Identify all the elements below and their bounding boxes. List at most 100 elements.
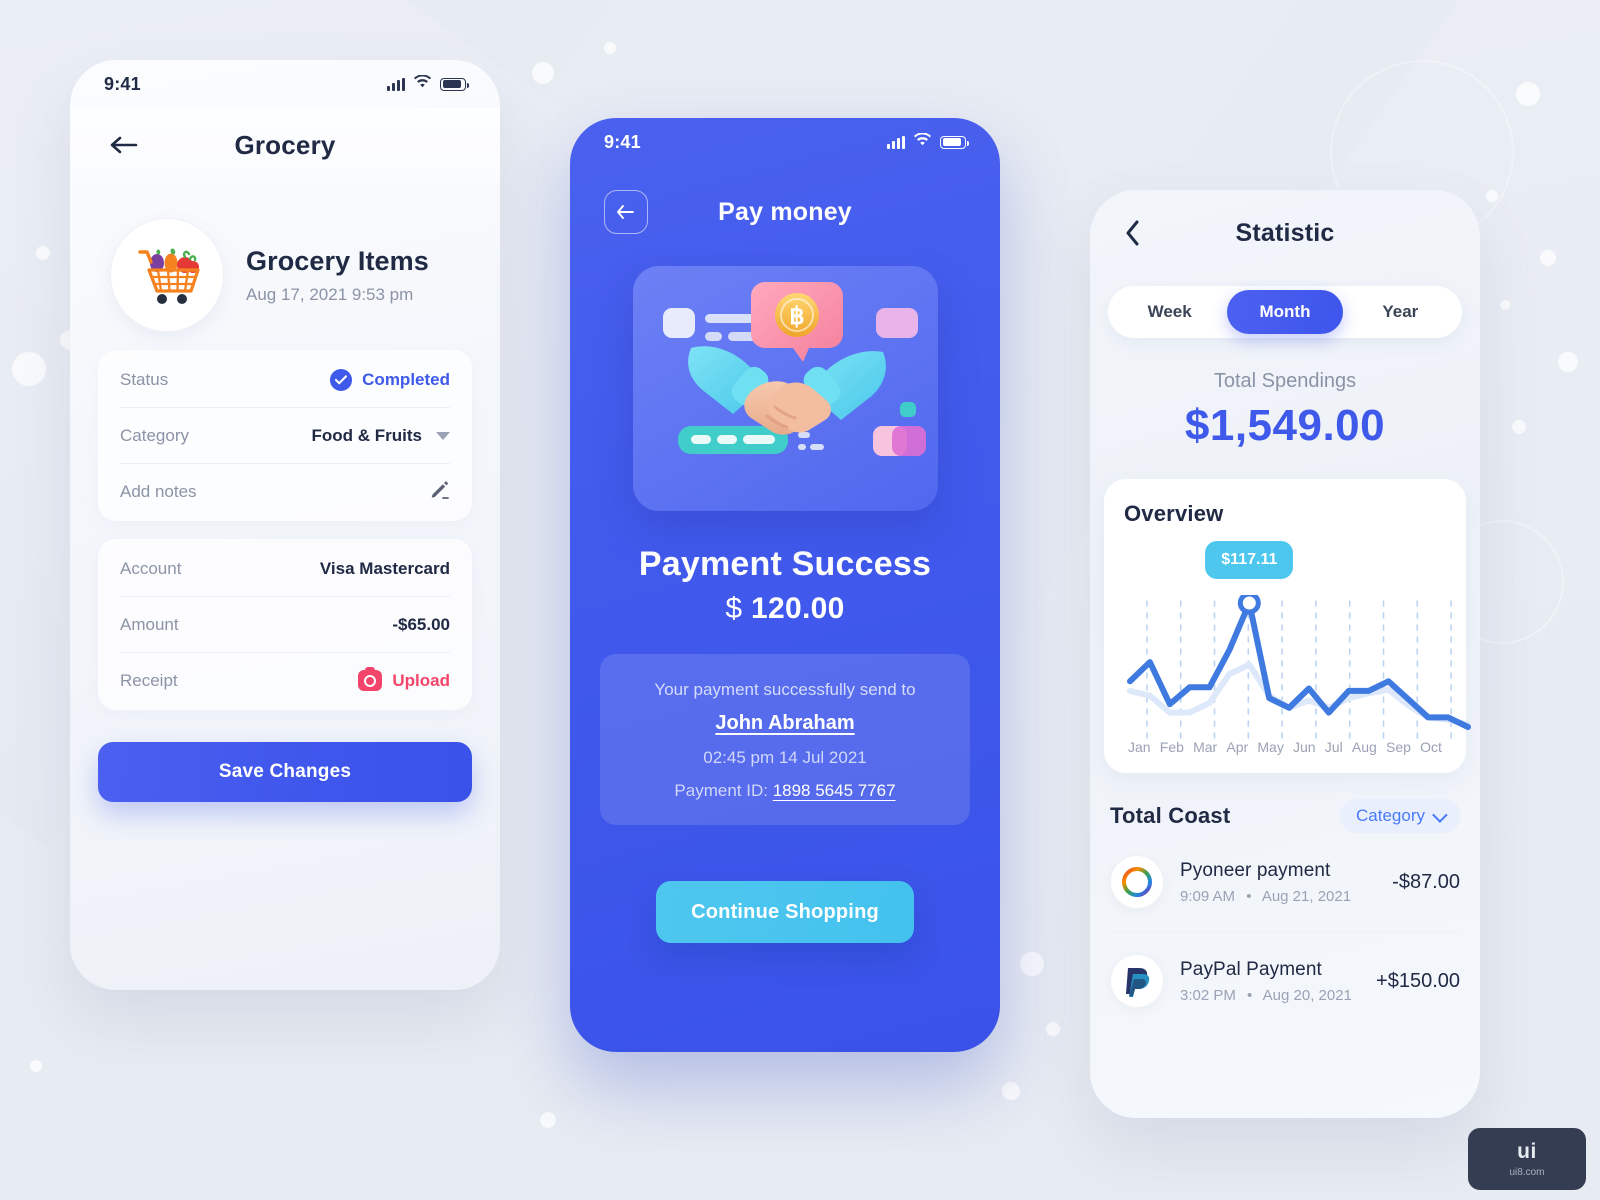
total-coast-header: Total Coast Category [1110, 799, 1460, 833]
row-label: Status [120, 369, 169, 389]
transaction-time: 3:02 PM [1180, 986, 1236, 1004]
transaction-name: PayPal Payment [1180, 958, 1322, 980]
success-amount: $ 120.00 [570, 592, 1000, 626]
overview-card: Overview $117.11 Jan Feb Mar Apr May Jun Jul Au… [1104, 479, 1471, 773]
total-coast-title: Total Coast [1110, 803, 1231, 828]
recipient-name[interactable]: John Abraham [618, 712, 952, 735]
status-bar: 9:41 [570, 118, 1000, 166]
phone-grocery-detail: 9:41 Grocery Grocery Items Aug 17, 2021 … [70, 60, 500, 990]
payment-success-block: Payment Success $ 120.00 [570, 545, 1000, 626]
paypal-icon [1110, 954, 1164, 1008]
category-text: Food & Fruits [311, 425, 422, 445]
total-spendings-amount: $1,549.00 [1184, 401, 1386, 450]
payment-id-label: Payment ID: [674, 781, 768, 800]
row-label: Add notes [120, 481, 197, 501]
status-bar: 9:41 [70, 60, 500, 108]
payment-id-row: Payment ID: 1898 5645 7767 [618, 781, 952, 801]
row-receipt[interactable]: Receipt Upload [120, 653, 450, 708]
battery-icon [440, 77, 469, 91]
watermark-logo: ui [1517, 1139, 1537, 1163]
table-row[interactable]: PayPal Payment 3:02 PM • Aug 20, 2021 +$… [1110, 932, 1460, 1030]
spending-line-chart[interactable]: $117.11 [1124, 537, 1471, 742]
pencil-icon[interactable] [429, 479, 450, 505]
row-value: Food & Fruits [312, 426, 450, 446]
separator-dot: • [1246, 887, 1252, 905]
row-notes[interactable]: Add notes [120, 464, 450, 519]
tab-year[interactable]: Year [1343, 290, 1458, 334]
page-title: Grocery [234, 129, 336, 160]
currency-symbol: $ [725, 592, 743, 625]
tab-month[interactable]: Month [1227, 290, 1343, 334]
watermark-url: ui8.com [1509, 1166, 1545, 1178]
row-label: Receipt [120, 670, 178, 690]
payoneer-ring-icon [1110, 855, 1164, 909]
row-label: Amount [120, 614, 179, 634]
period-segmented-control: Week Month Year [1108, 286, 1462, 338]
grocery-title: Grocery Items [246, 245, 429, 276]
chevron-down-icon [1432, 806, 1448, 823]
signal-bars-icon [887, 135, 905, 149]
back-button[interactable] [604, 190, 648, 234]
grocery-date: Aug 17, 2021 9:53 pm [246, 284, 414, 304]
chart-svg [1127, 595, 1471, 742]
row-status[interactable]: Status Completed [120, 352, 450, 408]
row-account[interactable]: Account Visa Mastercard [120, 541, 450, 597]
back-button[interactable] [1116, 216, 1150, 250]
upload-text: Upload [392, 670, 450, 690]
table-row[interactable]: Pyoneer payment 9:09 AM • Aug 21, 2021 -… [1110, 833, 1460, 932]
category-label: Category [1356, 806, 1425, 825]
row-label: Category [120, 425, 189, 445]
payment-id-value[interactable]: 1898 5645 7767 [773, 781, 896, 800]
transaction-amount: -$87.00 [1392, 870, 1460, 893]
row-value: Upload [358, 667, 450, 691]
statistic-header: Statistic [1090, 190, 1480, 276]
caret-down-icon[interactable] [436, 431, 450, 440]
payment-header: Pay money [570, 166, 1000, 258]
row-category[interactable]: Category Food & Fruits [120, 408, 450, 464]
row-value: Completed [330, 368, 450, 391]
battery-icon [940, 135, 969, 149]
amount-value: 120.00 [751, 592, 845, 625]
row-label: Account [120, 558, 182, 578]
payment-detail-box: Your payment successfully send to John A… [600, 654, 970, 825]
row-value [429, 479, 450, 505]
category-filter-button[interactable]: Category [1340, 799, 1460, 833]
signal-bars-icon [387, 77, 405, 91]
transaction-meta: 3:02 PM • Aug 20, 2021 [1180, 987, 1360, 1004]
detail-card-primary: Status Completed Category Food & Fruits … [98, 350, 472, 521]
save-changes-button[interactable]: Save Changes [98, 742, 472, 802]
svg-text:฿: ฿ [789, 304, 804, 330]
handshake-bitcoin-illustration: ฿ [632, 266, 938, 511]
separator-dot: • [1247, 986, 1253, 1004]
watermark: ui ui8.com [1468, 1128, 1586, 1190]
overview-title: Overview [1124, 501, 1224, 526]
shopping-cart-icon [110, 218, 224, 332]
row-value: -$65.00 [392, 614, 450, 634]
continue-shopping-button[interactable]: Continue Shopping [656, 881, 914, 943]
detail-line-1: Your payment successfully send to [654, 680, 916, 699]
transaction-date: Aug 20, 2021 [1262, 986, 1352, 1004]
transaction-date: Aug 21, 2021 [1261, 887, 1352, 905]
success-title: Payment Success [638, 545, 932, 583]
tab-week[interactable]: Week [1112, 290, 1227, 334]
detail-card-secondary: Account Visa Mastercard Amount -$65.00 R… [98, 539, 472, 710]
status-time: 9:41 [104, 73, 141, 94]
camera-icon[interactable] [358, 667, 383, 691]
transaction-meta: 9:09 AM • Aug 21, 2021 [1180, 888, 1376, 905]
back-button[interactable] [104, 125, 144, 165]
phone-statistic: Statistic Week Month Year Total Spending… [1090, 190, 1480, 1118]
payment-datetime: 02:45 pm 14 Jul 2021 [703, 748, 867, 767]
grocery-header: Grocery [70, 108, 500, 182]
chart-tooltip: $117.11 [1205, 541, 1294, 579]
check-circle-icon [330, 368, 353, 391]
transaction-time: 9:09 AM [1180, 887, 1236, 905]
wifi-icon [914, 132, 931, 151]
transaction-amount: +$150.00 [1376, 969, 1460, 992]
status-text: Completed [362, 369, 450, 389]
transaction-name: Pyoneer payment [1180, 859, 1331, 881]
total-spendings-label: Total Spendings [1213, 370, 1357, 392]
status-time: 9:41 [604, 131, 641, 152]
row-amount[interactable]: Amount -$65.00 [120, 597, 450, 653]
row-value: Visa Mastercard [319, 558, 450, 578]
phone-payment-success: 9:41 Pay money ฿ Payment Success $ 120.0… [570, 118, 1000, 1052]
